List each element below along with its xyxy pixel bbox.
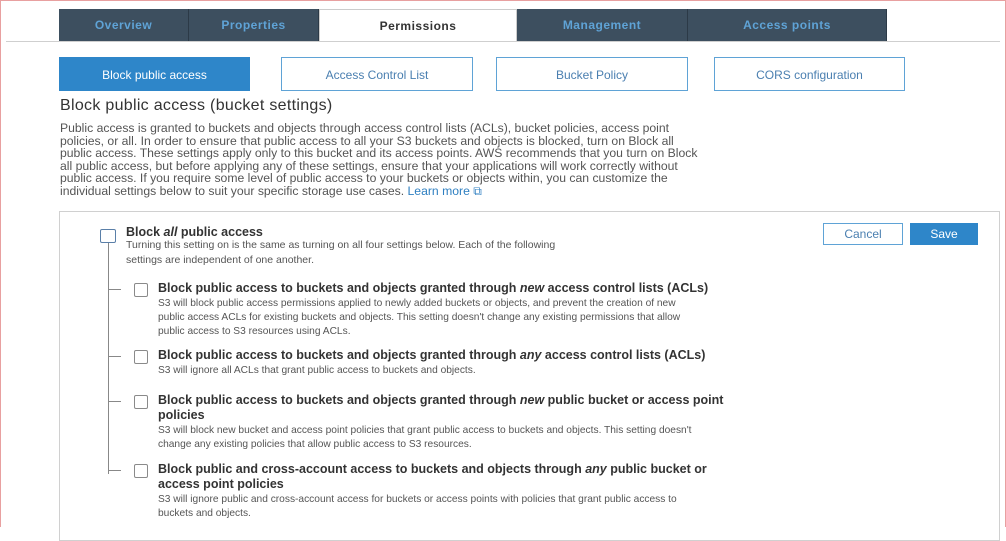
block-any-acls-title: Block public access to buckets and objec… bbox=[158, 348, 705, 363]
block-any-acls-description: S3 will ignore all ACLs that grant publi… bbox=[158, 364, 476, 378]
title-text: public access bbox=[177, 225, 263, 239]
title-emphasis: all bbox=[163, 225, 178, 239]
tab-properties[interactable]: Properties bbox=[189, 9, 319, 41]
title-emphasis: any bbox=[519, 348, 542, 362]
description-line: change any existing policies that allow … bbox=[158, 439, 472, 450]
description-line: Public access is granted to buckets and … bbox=[60, 121, 669, 135]
tab-management[interactable]: Management bbox=[517, 9, 688, 41]
block-new-policies-description: S3 will block new bucket and access poin… bbox=[158, 424, 692, 452]
title-text: Block public access to buckets and objec… bbox=[158, 393, 520, 407]
tab-overview[interactable]: Overview bbox=[59, 9, 189, 41]
title-emphasis: new bbox=[519, 393, 545, 407]
block-new-policies-checkbox[interactable] bbox=[134, 395, 148, 409]
block-all-title: Block all public access bbox=[126, 225, 263, 239]
title-text: access control lists (ACLs) bbox=[544, 281, 709, 295]
description-line: public access to S3 resources using ACLs… bbox=[158, 326, 351, 337]
description-text: individual settings below to suit your s… bbox=[60, 183, 405, 198]
frame-border-left bbox=[0, 0, 1, 527]
tab-divider bbox=[6, 41, 1000, 42]
description-line: buckets and objects. bbox=[158, 508, 251, 519]
title-line: policies bbox=[158, 408, 205, 422]
block-any-acls-checkbox[interactable] bbox=[134, 350, 148, 364]
subnav-bucket-policy[interactable]: Bucket Policy bbox=[496, 57, 688, 91]
title-emphasis: new bbox=[519, 281, 545, 295]
title-line: Block public access to buckets and objec… bbox=[158, 393, 723, 408]
description-line: public access ACLs for existing buckets … bbox=[158, 312, 681, 323]
tree-branch bbox=[108, 356, 121, 357]
tree-branch bbox=[108, 401, 121, 402]
title-line: Block public and cross-account access to… bbox=[158, 462, 707, 477]
subnav-access-control-list[interactable]: Access Control List bbox=[281, 57, 473, 91]
tree-branch bbox=[108, 289, 121, 290]
description-line: S3 will block new bucket and access poin… bbox=[158, 425, 692, 436]
block-cross-account-description: S3 will ignore public and cross-account … bbox=[158, 493, 677, 521]
title-text: Block public access to buckets and objec… bbox=[158, 281, 520, 295]
learn-more-link[interactable]: Learn more ⧉ bbox=[408, 184, 482, 198]
description-line: public access. These settings apply only… bbox=[60, 146, 698, 160]
block-new-acls-checkbox[interactable] bbox=[134, 283, 148, 297]
description-line: individual settings below to suit your s… bbox=[60, 183, 1005, 198]
section-title: Block public access (bucket settings) bbox=[60, 97, 333, 114]
section-description: Public access is granted to buckets and … bbox=[60, 122, 1005, 197]
title-text: public bucket or access point bbox=[544, 393, 724, 407]
description-line: S3 will ignore public and cross-account … bbox=[158, 494, 677, 505]
description-line: Turning this setting on is the same as t… bbox=[126, 239, 556, 251]
title-text: public bucket or bbox=[606, 462, 707, 476]
description-line: settings are independent of one another. bbox=[126, 254, 314, 266]
block-new-policies-title: Block public access to buckets and objec… bbox=[158, 393, 723, 423]
title-text: access control lists (ACLs) bbox=[541, 348, 706, 362]
subnav-block-public-access[interactable]: Block public access bbox=[59, 57, 250, 91]
title-emphasis: any bbox=[585, 462, 607, 476]
frame-border-top bbox=[0, 0, 1006, 1]
tab-access-points[interactable]: Access points bbox=[688, 9, 887, 41]
cancel-button[interactable]: Cancel bbox=[823, 223, 903, 245]
block-new-acls-title: Block public access to buckets and objec… bbox=[158, 281, 708, 296]
block-new-acls-description: S3 will block public access permissions … bbox=[158, 297, 680, 339]
tab-bar: Overview Properties Permissions Manageme… bbox=[59, 9, 959, 41]
title-text: Block bbox=[126, 225, 164, 239]
tree-branch bbox=[108, 470, 121, 471]
block-all-description: Turning this setting on is the same as t… bbox=[126, 238, 555, 268]
tab-permissions[interactable]: Permissions bbox=[319, 9, 517, 41]
subnav-cors-configuration[interactable]: CORS configuration bbox=[714, 57, 905, 91]
title-text: Block public and cross-account access to… bbox=[158, 462, 586, 476]
block-cross-account-checkbox[interactable] bbox=[134, 464, 148, 478]
description-line: S3 will ignore all ACLs that grant publi… bbox=[158, 365, 476, 376]
block-all-checkbox[interactable] bbox=[100, 229, 116, 243]
title-text: Block public access to buckets and objec… bbox=[158, 348, 520, 362]
description-line: S3 will block public access permissions … bbox=[158, 298, 676, 309]
title-line: access point policies bbox=[158, 477, 284, 491]
block-cross-account-title: Block public and cross-account access to… bbox=[158, 462, 707, 492]
save-button[interactable]: Save bbox=[910, 223, 978, 245]
